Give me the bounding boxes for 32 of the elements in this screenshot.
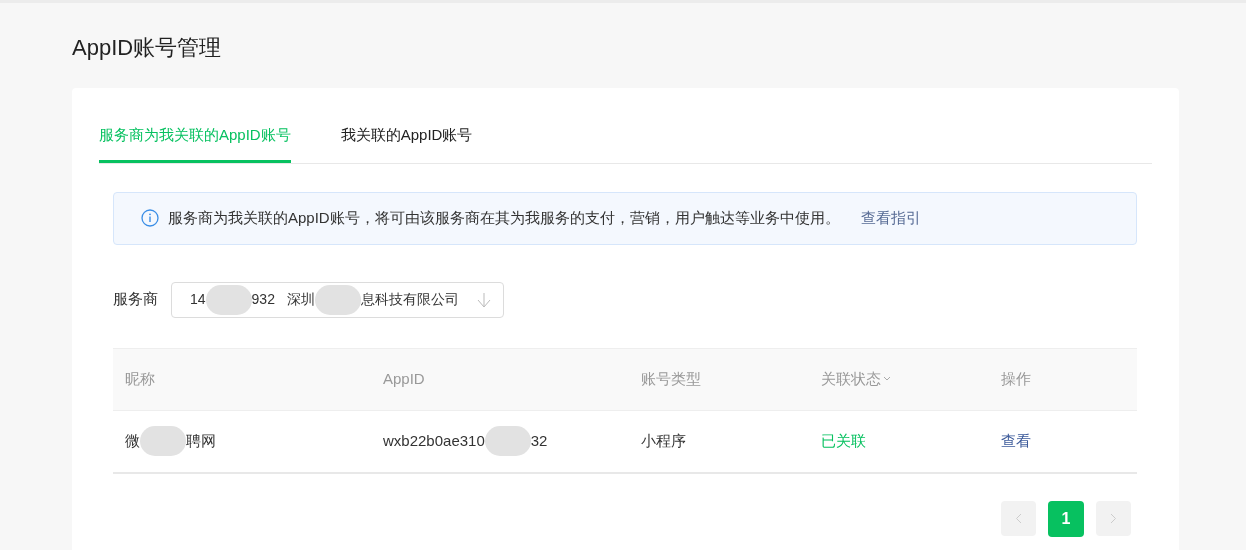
chevron-left-icon: [1015, 512, 1022, 524]
column-header: 操作: [1001, 368, 1031, 389]
guide-link[interactable]: 查看指引: [860, 206, 921, 230]
info-icon: [141, 209, 159, 227]
info-text: 服务商为我关联的AppID账号，将可由该服务商在其为我服务的支付，营销，用户触达等业务中使用。: [168, 207, 840, 228]
redacted-blur: [314, 284, 361, 315]
column-header[interactable]: 关联状态: [821, 367, 881, 391]
table-cell: 小程序: [641, 431, 686, 449]
filter-label: 服务商: [113, 289, 158, 310]
chevron-down-icon: [477, 291, 491, 308]
view-link[interactable]: 查看: [1001, 431, 1031, 449]
provider-select[interactable]: 14 932 深圳 息科技有限公司: [171, 281, 504, 318]
table-cell-text: wxb22b0ae310: [383, 430, 485, 451]
redacted-blur: [140, 426, 186, 456]
table-cell-text: 聘网: [186, 430, 216, 451]
chevron-right-icon: [1110, 512, 1117, 524]
status-text: 已关联: [821, 431, 866, 449]
page-title: AppID账号管理: [72, 34, 223, 62]
column-header: 昵称: [125, 368, 155, 389]
select-value-part: 932 深圳: [251, 290, 315, 309]
redacted-blur: [205, 284, 252, 315]
table-cell-text: 32: [530, 430, 548, 451]
chevron-down-icon: [883, 376, 891, 382]
select-value-part: 息科技有限公司: [360, 290, 459, 309]
next-page-button[interactable]: [1096, 500, 1131, 536]
column-header: AppID: [383, 368, 425, 389]
redacted-blur: [484, 426, 531, 456]
table-cell-text: 微: [125, 430, 140, 451]
previous-page-button[interactable]: [1001, 500, 1036, 536]
select-value-part: 14: [190, 290, 206, 309]
tab[interactable]: 我关联的AppID账号: [340, 124, 473, 163]
column-header: 账号类型: [641, 368, 701, 389]
